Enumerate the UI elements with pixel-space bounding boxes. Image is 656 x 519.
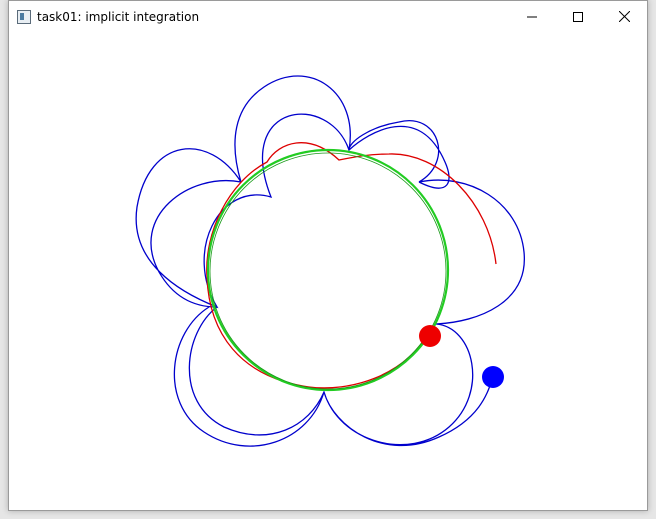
constraint-circle-inner bbox=[209, 152, 447, 390]
simulation-canvas[interactable] bbox=[9, 32, 647, 510]
blue-particle[interactable] bbox=[482, 366, 504, 388]
maximize-button[interactable] bbox=[555, 1, 601, 32]
close-icon bbox=[618, 11, 630, 22]
title-bar[interactable]: task01: implicit integration bbox=[9, 1, 647, 32]
app-window-icon[interactable] bbox=[17, 9, 31, 24]
window-title: task01: implicit integration bbox=[37, 9, 200, 24]
close-button[interactable] bbox=[601, 1, 647, 32]
red-particle[interactable] bbox=[419, 325, 441, 347]
minimize-button[interactable] bbox=[509, 1, 555, 32]
maximize-icon bbox=[573, 11, 583, 22]
simulation-drawing bbox=[135, 75, 525, 447]
minimize-icon bbox=[527, 16, 537, 17]
app-window: task01: implicit integration bbox=[8, 0, 648, 511]
